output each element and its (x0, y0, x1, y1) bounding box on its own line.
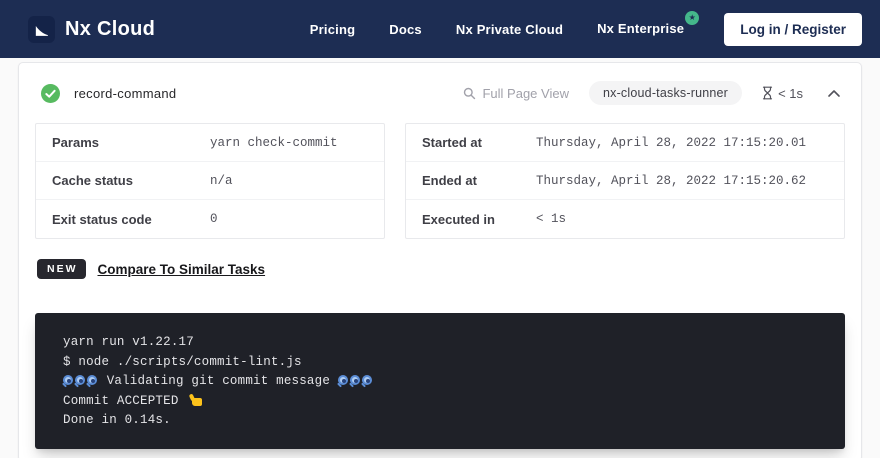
row-value: < 1s (536, 212, 566, 226)
terminal-line: $ node ./scripts/commit-lint.js (63, 353, 817, 373)
detail-tables: Params yarn check-commit Cache status n/… (35, 123, 845, 239)
nav-link-nx-enterprise[interactable]: Nx Enterprise (597, 21, 684, 36)
table-row: Cache status n/a (36, 162, 384, 200)
table-row: Exit status code 0 (36, 200, 384, 238)
row-label: Started at (422, 135, 536, 150)
thumbs-up-emoji (190, 394, 203, 406)
magnifier-emoji (63, 375, 73, 385)
row-value: yarn check-commit (210, 136, 338, 150)
brand-title: Nx Cloud (65, 18, 155, 41)
row-value: Thursday, April 28, 2022 17:15:20.62 (536, 174, 806, 188)
timing-table: Started at Thursday, April 28, 2022 17:1… (405, 123, 845, 239)
row-value: 0 (210, 212, 218, 226)
main-nav: Pricing Docs Nx Private Cloud Nx Enterpr… (310, 13, 862, 46)
task-duration: < 1s (762, 86, 803, 101)
row-label: Ended at (422, 173, 536, 188)
terminal-line: Done in 0.14s. (63, 411, 817, 431)
row-label: Exit status code (52, 212, 210, 227)
magnifier-emoji (338, 375, 348, 385)
magnifier-emoji (87, 375, 97, 385)
table-row: Params yarn check-commit (36, 124, 384, 162)
params-table: Params yarn check-commit Cache status n/… (35, 123, 385, 239)
full-page-view-link[interactable]: Full Page View (463, 86, 568, 101)
terminal-output: yarn run v1.22.17 $ node ./scripts/commi… (35, 313, 845, 449)
page-content: record-command Full Page View nx-cloud-t… (0, 58, 880, 458)
task-card-header: record-command Full Page View nx-cloud-t… (35, 79, 845, 107)
table-row: Started at Thursday, April 28, 2022 17:1… (406, 124, 844, 162)
login-register-button[interactable]: Log in / Register (724, 13, 862, 46)
row-label: Params (52, 135, 210, 150)
nav-link-docs[interactable]: Docs (389, 22, 422, 37)
table-row: Executed in < 1s (406, 200, 844, 238)
magnifier-emoji (75, 375, 85, 385)
terminal-line: yarn run v1.22.17 (63, 333, 817, 353)
table-row: Ended at Thursday, April 28, 2022 17:15:… (406, 162, 844, 200)
full-page-view-label: Full Page View (482, 86, 568, 101)
runner-badge: nx-cloud-tasks-runner (589, 81, 742, 105)
top-navbar: Nx Cloud Pricing Docs Nx Private Cloud N… (0, 0, 880, 58)
new-badge: NEW (37, 259, 86, 279)
collapse-chevron-icon[interactable] (823, 87, 845, 100)
terminal-line: Validating git commit message (63, 372, 817, 392)
row-label: Cache status (52, 173, 210, 188)
nx-cloud-logo-icon (28, 16, 55, 43)
task-card: record-command Full Page View nx-cloud-t… (18, 62, 862, 458)
magnifier-emoji (362, 375, 372, 385)
compare-to-similar-tasks-link[interactable]: Compare To Similar Tasks (98, 262, 266, 277)
row-value: n/a (210, 174, 233, 188)
hourglass-icon (762, 86, 773, 100)
nav-link-pricing[interactable]: Pricing (310, 22, 355, 37)
row-label: Executed in (422, 212, 536, 227)
magnifier-emoji (350, 375, 360, 385)
task-name: record-command (74, 86, 176, 101)
nav-link-nx-private-cloud[interactable]: Nx Private Cloud (456, 22, 563, 37)
brand[interactable]: Nx Cloud (28, 16, 155, 43)
success-check-icon (41, 84, 60, 103)
duration-label: < 1s (778, 86, 803, 101)
compare-section: NEW Compare To Similar Tasks (35, 256, 845, 282)
row-value: Thursday, April 28, 2022 17:15:20.01 (536, 136, 806, 150)
magnifier-icon (463, 87, 476, 100)
enterprise-star-badge-icon: ★ (685, 11, 699, 25)
terminal-line: Commit ACCEPTED (63, 392, 817, 412)
